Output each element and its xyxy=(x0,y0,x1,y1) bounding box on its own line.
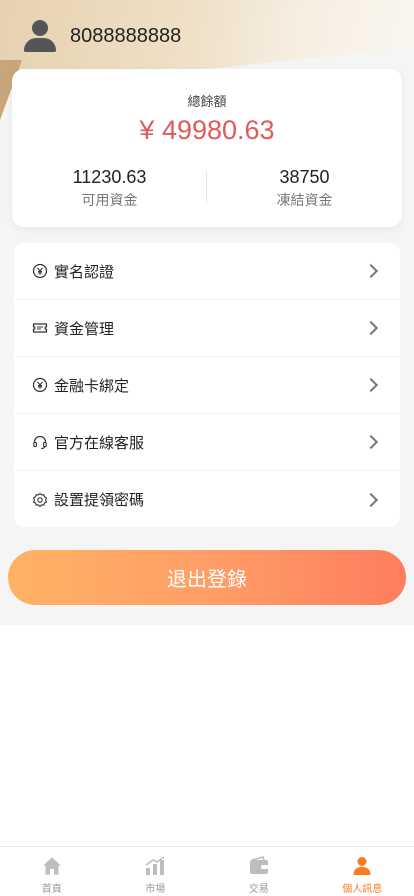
gear-icon xyxy=(32,492,48,508)
menu-item-label: 官方在線客服 xyxy=(54,433,145,452)
tab-label: 首頁 xyxy=(41,884,62,895)
chevron-right-icon xyxy=(363,263,379,279)
menu-item-label: 設置提領密碼 xyxy=(54,491,145,509)
tab-label: 個人訊息 xyxy=(342,884,383,895)
chart-icon xyxy=(144,855,166,877)
menu-item-withdraw-password[interactable]: 設置提領密碼 xyxy=(14,471,400,528)
bottom-tab-bar: 首頁 市場 交易 個人訊息 xyxy=(0,846,414,896)
tab-trade[interactable]: 交易 xyxy=(207,847,311,896)
available-funds-value: 11230.63 xyxy=(72,167,147,187)
menu-item-real-name-verification[interactable]: 實名認證 xyxy=(14,243,400,300)
tab-home[interactable]: 首頁 xyxy=(0,847,104,896)
chevron-right-icon xyxy=(363,320,379,336)
ticket-icon xyxy=(32,320,48,336)
yen-circle-icon xyxy=(32,377,48,393)
chevron-right-icon xyxy=(363,434,379,450)
menu-item-card-binding[interactable]: 金融卡綁定 xyxy=(14,357,400,414)
available-funds: 11230.63 可用資金 xyxy=(12,167,207,210)
total-balance-value: ¥ 49980.63 xyxy=(139,115,275,145)
account-number: 8088888888 xyxy=(70,24,182,47)
wallet-icon xyxy=(248,855,270,877)
person-icon xyxy=(351,855,373,877)
frozen-funds-value: 38750 xyxy=(279,167,330,187)
frozen-funds-label: 凍結資金 xyxy=(276,193,333,209)
tab-profile[interactable]: 個人訊息 xyxy=(311,847,414,896)
tab-label: 市場 xyxy=(145,884,166,895)
menu-card: 實名認證 資金管理 金融卡綁定 官方在線客服 設置提領密碼 xyxy=(14,243,400,527)
menu-item-label: 資金管理 xyxy=(54,319,115,338)
menu-item-customer-service[interactable]: 官方在線客服 xyxy=(14,414,400,471)
menu-item-label: 實名認證 xyxy=(54,262,115,281)
balance-card: 總餘額 ¥ 49980.63 11230.63 可用資金 38750 凍結資金 xyxy=(12,69,402,227)
tab-label: 交易 xyxy=(248,884,269,895)
frozen-funds: 38750 凍結資金 xyxy=(207,167,402,210)
avatar-icon xyxy=(22,18,58,54)
menu-item-label: 金融卡綁定 xyxy=(54,376,130,395)
menu-item-fund-management[interactable]: 資金管理 xyxy=(14,300,400,357)
user-row: 8088888888 xyxy=(22,16,181,56)
headset-icon xyxy=(32,434,48,450)
yen-circle-icon xyxy=(32,263,48,279)
home-icon xyxy=(41,855,63,877)
available-funds-label: 可用資金 xyxy=(81,193,138,209)
total-balance-label: 總餘額 xyxy=(187,95,227,110)
logout-button[interactable]: 退出登錄 xyxy=(8,550,406,605)
tab-market[interactable]: 市場 xyxy=(104,847,208,896)
page-top-area: 8088888888 總餘額 ¥ 49980.63 11230.63 可用資金 … xyxy=(0,0,414,625)
chevron-right-icon xyxy=(363,492,379,507)
chevron-right-icon xyxy=(363,377,379,393)
